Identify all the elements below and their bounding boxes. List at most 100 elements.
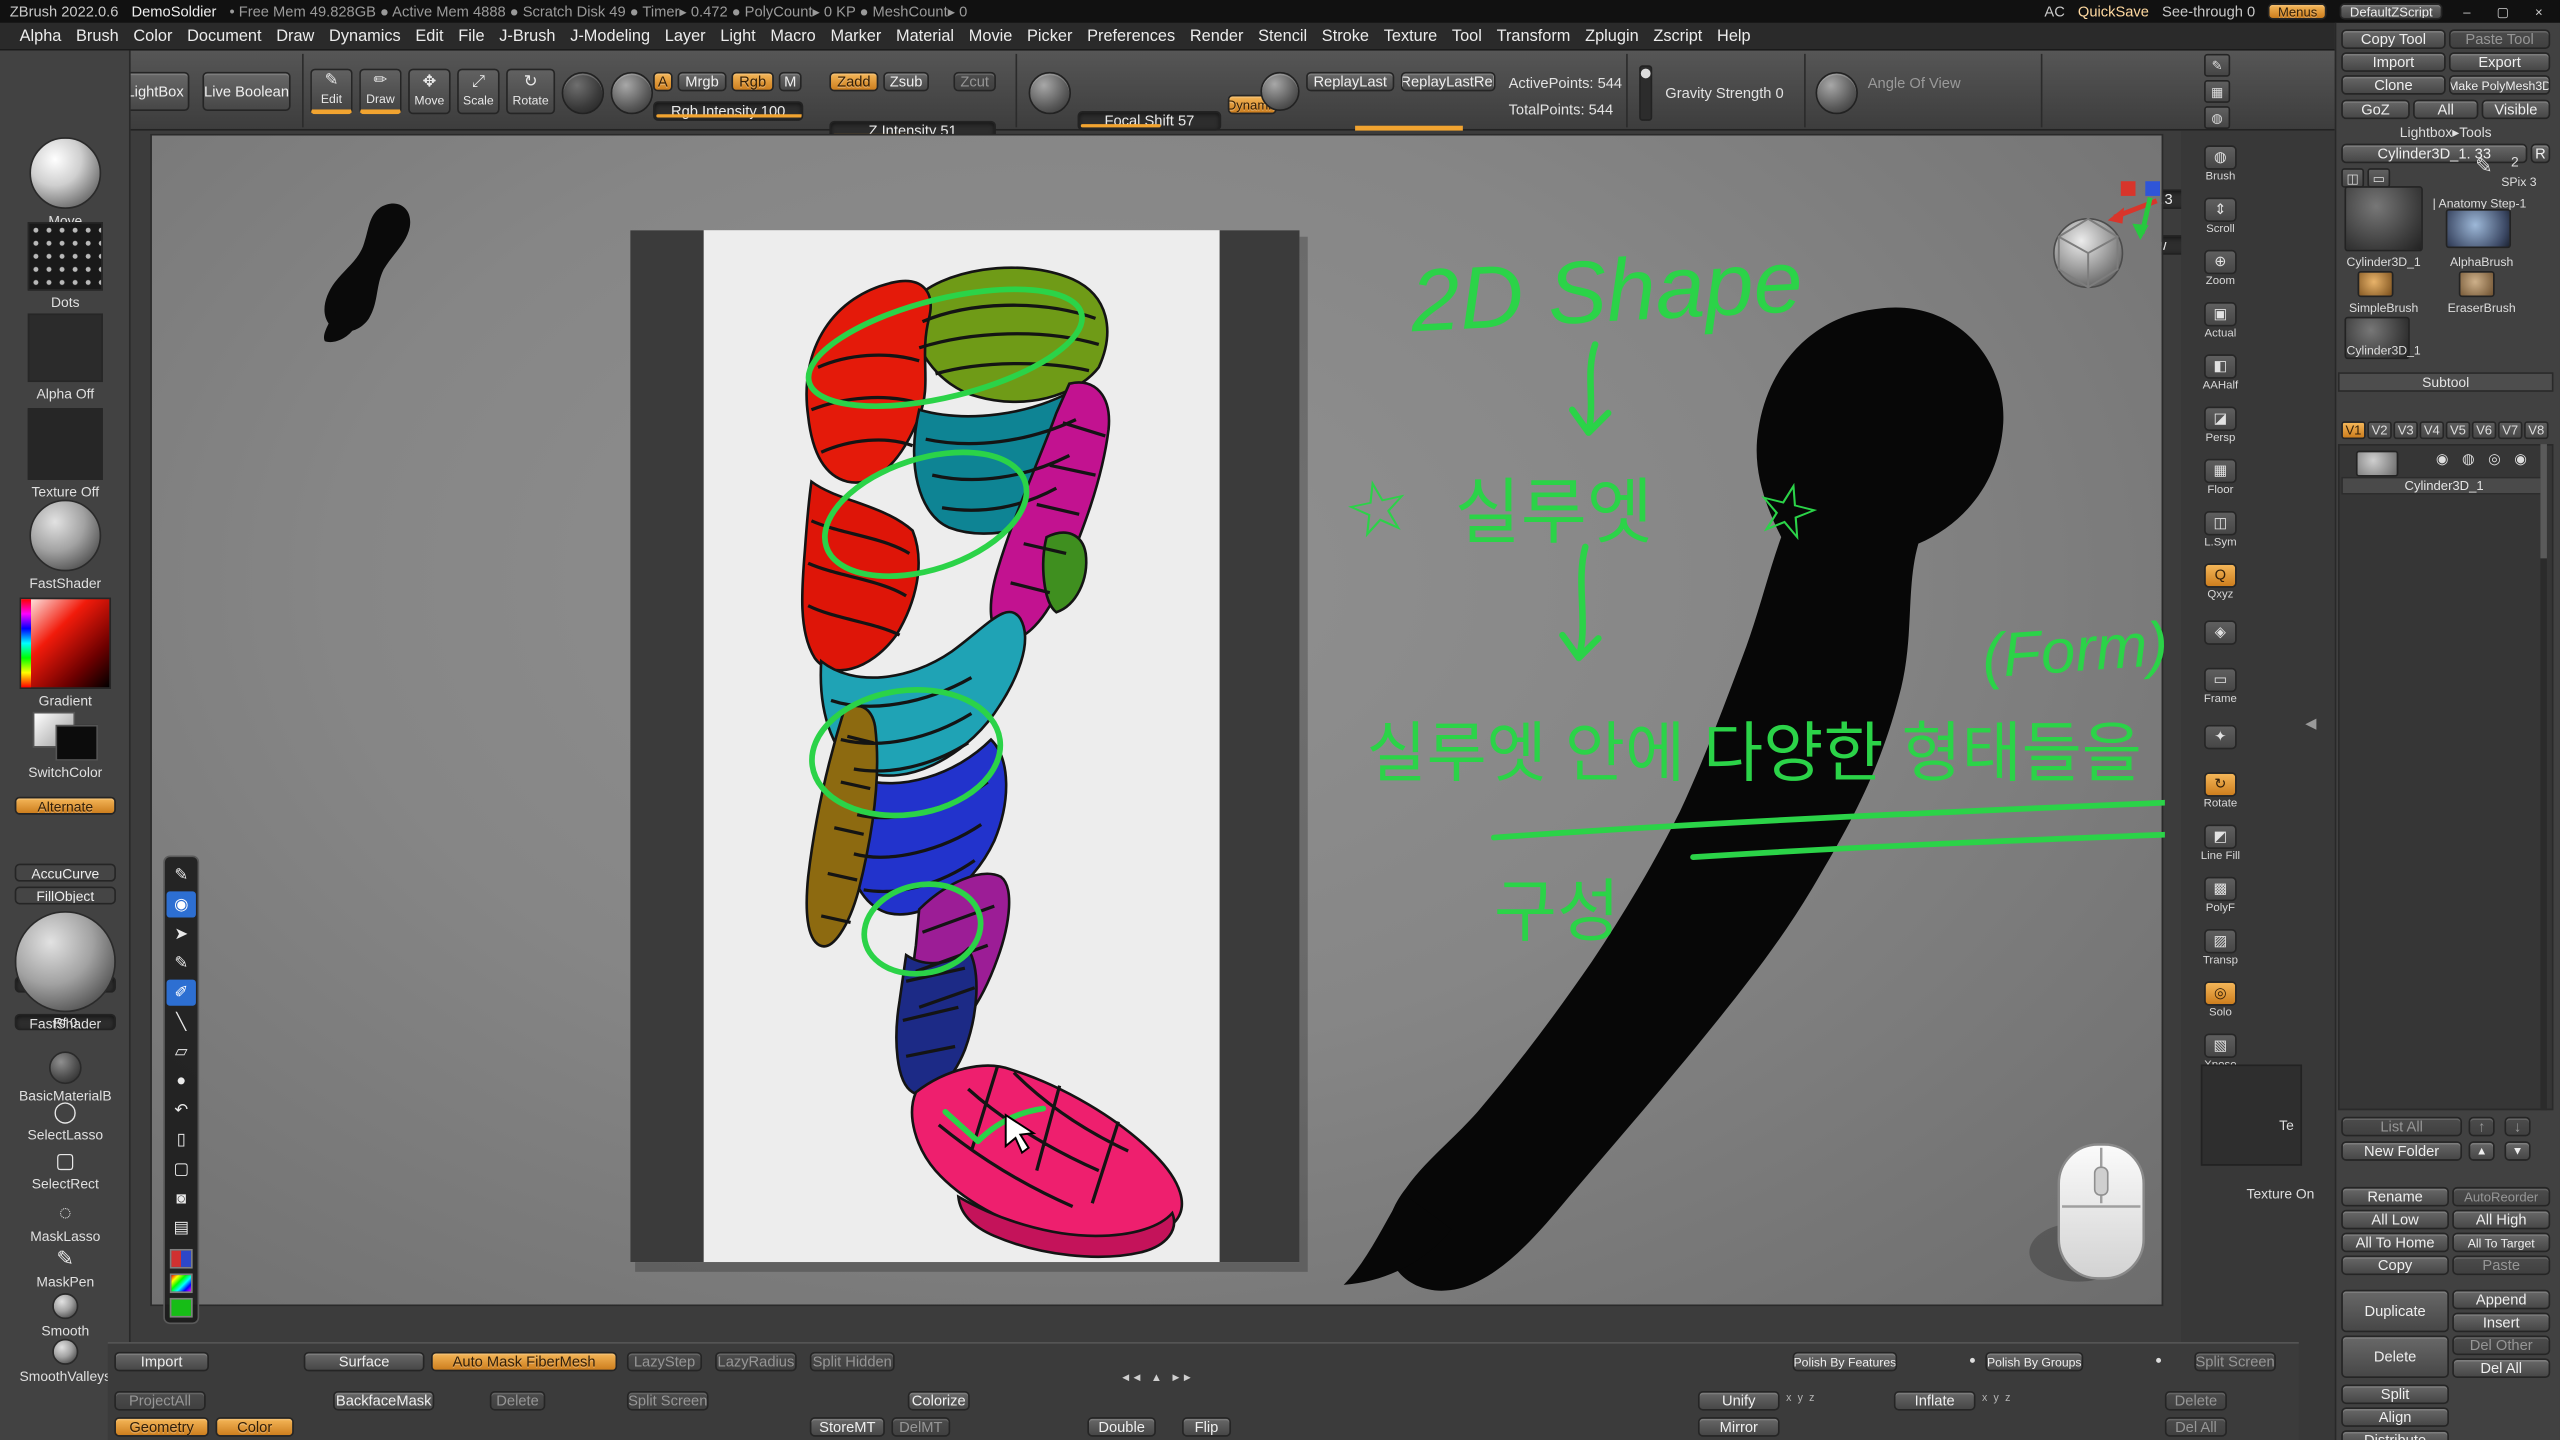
cursor-icon[interactable]: ➤ <box>167 921 196 947</box>
polyframe-button[interactable]: ▩ PolyF <box>2194 869 2246 921</box>
zadd-button[interactable]: Zadd <box>829 72 878 92</box>
align-button[interactable]: Align <box>2341 1407 2449 1427</box>
paste-tool-button[interactable]: Paste Tool <box>2449 29 2550 49</box>
brush-tool-icon[interactable]: ◍ Brush <box>2194 137 2246 189</box>
menu-item[interactable]: Marker <box>830 27 881 45</box>
split-button[interactable]: Split <box>2341 1384 2449 1404</box>
geometry-button[interactable]: Geometry <box>114 1417 209 1437</box>
delmt-button[interactable]: DelMT <box>891 1417 950 1437</box>
basic-material-selector[interactable]: BasicMaterialB <box>0 1051 131 1103</box>
goz-visible-button[interactable]: Visible <box>2482 100 2551 120</box>
shelf-grid-icon[interactable]: ▦ <box>2204 80 2230 103</box>
double-button[interactable]: Double <box>1087 1417 1156 1437</box>
duplicate-button[interactable]: Duplicate <box>2341 1290 2449 1332</box>
make-polymesh3d-button[interactable]: Make PolyMesh3D <box>2449 75 2550 95</box>
menus-button[interactable]: Menus <box>2268 3 2327 19</box>
menu-item[interactable]: Light <box>720 27 755 45</box>
zoom-tool-icon[interactable]: ⊕ Zoom <box>2194 242 2246 294</box>
polish-groups-dot-toggle[interactable]: ● <box>2155 1355 2162 1366</box>
replay-icon[interactable] <box>1260 72 1299 111</box>
gravity-strength-slider[interactable]: Gravity Strength 0 <box>1665 85 1783 101</box>
bottom-import-button[interactable]: Import <box>114 1352 209 1372</box>
notes-icon[interactable]: ▤ <box>167 1215 196 1241</box>
focal-shift-slider[interactable]: Focal Shift 57 <box>1078 111 1222 131</box>
rename-button[interactable]: Rename <box>2341 1187 2449 1207</box>
simple-brush-thumbnail[interactable] <box>2358 271 2394 297</box>
backfacemask-button[interactable]: BackfaceMask <box>333 1391 434 1411</box>
texture-on-label[interactable]: Texture On <box>2247 1185 2315 1201</box>
subtool-version-tab[interactable]: V8 <box>2524 421 2548 439</box>
color-swatch-red-blue[interactable] <box>170 1249 193 1269</box>
menu-item[interactable]: Alpha <box>20 27 62 45</box>
local-symmetry-icon[interactable]: ◫ L.Sym <box>2194 503 2246 555</box>
new-folder-button[interactable]: New Folder <box>2341 1141 2462 1161</box>
select-lasso-brush[interactable]: ◯SelectLasso <box>0 1100 131 1142</box>
tool-export-button[interactable]: Export <box>2449 52 2550 72</box>
mask-pen-brush[interactable]: ✎MaskPen <box>0 1247 131 1289</box>
storemt-button[interactable]: StoreMT <box>810 1417 885 1437</box>
copy-tool-button[interactable]: Copy Tool <box>2341 29 2445 49</box>
subtool-version-tab[interactable]: V5 <box>2446 421 2470 439</box>
rotate-mode-button[interactable]: ↻Rotate <box>506 69 555 115</box>
menu-item[interactable]: Stencil <box>1258 27 1307 45</box>
subtool-version-tab[interactable]: V3 <box>2393 421 2417 439</box>
switch-color-widget[interactable]: SwitchColor <box>0 712 131 781</box>
subtool-scrollbar-thumb[interactable] <box>2540 444 2547 558</box>
unify-axis-toggles[interactable]: x y z <box>1786 1393 1816 1404</box>
menu-item[interactable]: Zscript <box>1653 27 1702 45</box>
angle-of-view-icon[interactable] <box>1816 72 1858 114</box>
minimize-button[interactable]: – <box>2456 3 2479 19</box>
menu-item[interactable]: Preferences <box>1087 27 1175 45</box>
subtool-version-tab[interactable]: V6 <box>2472 421 2496 439</box>
all-high-button[interactable]: All High <box>2452 1210 2550 1230</box>
replay-last-button[interactable]: ReplayLast <box>1306 72 1394 92</box>
list-all-button[interactable]: List All <box>2341 1117 2462 1137</box>
subtool-version-tab[interactable]: V2 <box>2367 421 2391 439</box>
subtool-version-tab[interactable]: V4 <box>2420 421 2444 439</box>
subtool-paste-button[interactable]: Paste <box>2452 1256 2550 1276</box>
goz-all-button[interactable]: All <box>2413 100 2478 120</box>
menu-item[interactable]: Render <box>1190 27 1244 45</box>
move-mode-button[interactable]: ✥Move <box>408 69 450 115</box>
stroke-thumbnail-dots[interactable]: Dots <box>0 222 131 310</box>
alpha-brush-thumbnail[interactable] <box>2446 209 2511 248</box>
live-boolean-button[interactable]: Live Boolean <box>202 72 290 111</box>
all-to-target-button[interactable]: All To Target <box>2452 1233 2550 1253</box>
move-up-icon[interactable]: ↑ <box>2469 1117 2495 1137</box>
menu-item[interactable]: J-Brush <box>499 27 555 45</box>
edit-mode-button[interactable]: ✎Edit <box>310 69 352 115</box>
menu-item[interactable]: Help <box>1717 27 1751 45</box>
alternate-button[interactable]: Alternate <box>15 797 116 815</box>
menu-item[interactable]: Color <box>133 27 172 45</box>
menu-item[interactable]: Draw <box>276 27 314 45</box>
menu-item[interactable]: Picker <box>1027 27 1072 45</box>
color-picker-gradient[interactable]: Gradient <box>0 598 131 709</box>
subtool-copy-button[interactable]: Copy <box>2341 1256 2449 1276</box>
shelf-sphere-icon[interactable]: ◍ <box>2204 106 2230 129</box>
split-hidden-button[interactable]: Split Hidden <box>810 1352 895 1372</box>
current-tool-button[interactable]: Cylinder3D_1. 33 <box>2341 144 2527 164</box>
line-fill-button[interactable]: ◩ Line Fill <box>2194 816 2246 868</box>
subtool-delete-button[interactable]: Delete <box>2341 1336 2449 1378</box>
tool-icon-b[interactable]: ▭ <box>2367 168 2390 188</box>
surface-button[interactable]: Surface <box>304 1352 425 1372</box>
lazystep-button[interactable]: LazyStep <box>627 1352 702 1372</box>
auto-mask-fibermesh-button[interactable]: Auto Mask FiberMesh <box>431 1352 617 1372</box>
see-through-slider[interactable]: See-through 0 <box>2162 3 2255 19</box>
screenshot-icon[interactable]: ◙ <box>167 1185 196 1211</box>
document-canvas[interactable]: 2D Shape ☆ 실루엣 ☆ (Form) 실루엣 안에 다양한 형태들을 … <box>150 134 2163 1306</box>
zcut-button[interactable]: Zcut <box>953 72 995 92</box>
mirror-button[interactable]: Mirror <box>1698 1417 1780 1437</box>
lazyradius-button[interactable]: LazyRadius <box>715 1352 797 1372</box>
goz-button[interactable]: GoZ <box>2341 100 2410 120</box>
material-picker-icon[interactable] <box>562 72 604 114</box>
split-screen-button-1[interactable]: Split Screen <box>2194 1352 2276 1372</box>
menu-item[interactable]: Document <box>187 27 261 45</box>
subtool-circle-icon[interactable]: ◎ <box>2488 451 2501 469</box>
tool-icon-a[interactable]: ◫ <box>2341 168 2364 188</box>
default-zscript-button[interactable]: DefaultZScript <box>2340 3 2442 19</box>
pencil-icon[interactable]: ✎ <box>2475 153 2493 179</box>
menu-item[interactable]: Stroke <box>1322 27 1369 45</box>
rewind-icon[interactable]: ◄◄ <box>1120 1373 1143 1384</box>
gravity-direction-widget[interactable] <box>1639 65 1652 121</box>
